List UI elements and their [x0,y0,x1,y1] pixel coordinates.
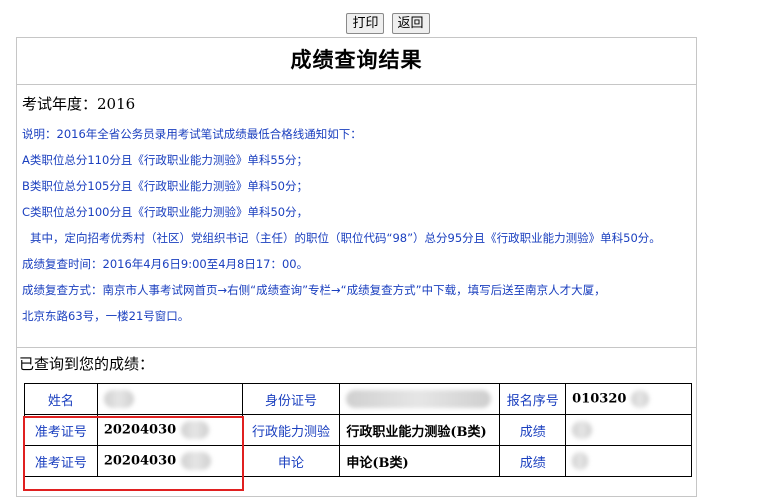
subject-label: 申论 [241,445,341,477]
table-row: 准考证号 20204030 申论 申论(B类) 成绩 [24,445,692,477]
toolbar: 打印 返回 [0,12,776,34]
back-button[interactable]: 返回 [391,13,430,34]
subject-value: 行政职业能力测验(B类) [339,414,501,446]
redacted-blur [180,452,211,470]
queried-label: 已查询到您的成绩： [19,355,155,373]
table-row: 准考证号 20204030 行政能力测验 行政职业能力测验(B类) 成绩 [24,414,692,446]
redacted-blur [180,421,209,439]
id-value [339,383,501,415]
note-line: 说明：2016年全省公务员录用考试笔试成绩最低合格线通知如下： [22,127,362,141]
print-button[interactable]: 打印 [346,13,385,34]
reg-value: 010320 [565,383,692,415]
redacted-blur [630,390,649,408]
score-label: 成绩 [499,445,567,477]
score-label: 成绩 [499,414,567,446]
note-line: C类职位总分100分且《行政职业能力测验》单科50分， [22,205,309,219]
name-label: 姓名 [24,383,98,415]
subject-value: 申论(B类) [339,445,501,477]
table-row: 姓名 身份证号 报名序号 010320 [24,383,692,415]
redacted-blur [346,390,492,408]
score-value [565,445,692,477]
redacted-blur [572,452,589,470]
subject-label: 行政能力测验 [241,414,341,446]
exam-year: 考试年度：2016 [22,95,136,113]
redacted-blur [103,390,134,408]
ticket-label: 准考证号 [24,414,98,446]
ticket-label: 准考证号 [24,445,98,477]
reg-label: 报名序号 [499,383,567,415]
notice-section: 考试年度：2016 说明：2016年全省公务员录用考试笔试成绩最低合格线通知如下… [17,85,696,348]
ticket-value: 20204030 [96,414,243,446]
score-table: 姓名 身份证号 报名序号 010320 准考证号 20204030 行政能力测验… [24,383,692,477]
note-line: A类职位总分110分且《行政职业能力测验》单科55分； [22,153,308,167]
result-frame: 成绩查询结果 考试年度：2016 说明：2016年全省公务员录用考试笔试成绩最低… [16,37,697,497]
note-line: B类职位总分105分且《行政职业能力测验》单科50分； [22,179,308,193]
note-line: 成绩复查时间：2016年4月6日9:00至4月8日17：00。 [22,257,309,271]
id-label: 身份证号 [241,383,341,415]
note-line: 成绩复查方式：南京市人事考试网首页→右侧“成绩查询”专栏→“成绩复查方式”中下载… [22,283,606,297]
redacted-blur [572,421,593,439]
page-title: 成绩查询结果 [17,38,696,85]
note-line: 其中，定向招考优秀村（社区）党组织书记（主任）的职位（职位代码“98”）总分95… [30,231,661,245]
score-value [565,414,692,446]
name-value [96,383,243,415]
note-line: 北京东路63号，一楼21号窗口。 [22,309,190,323]
ticket-value: 20204030 [96,445,243,477]
